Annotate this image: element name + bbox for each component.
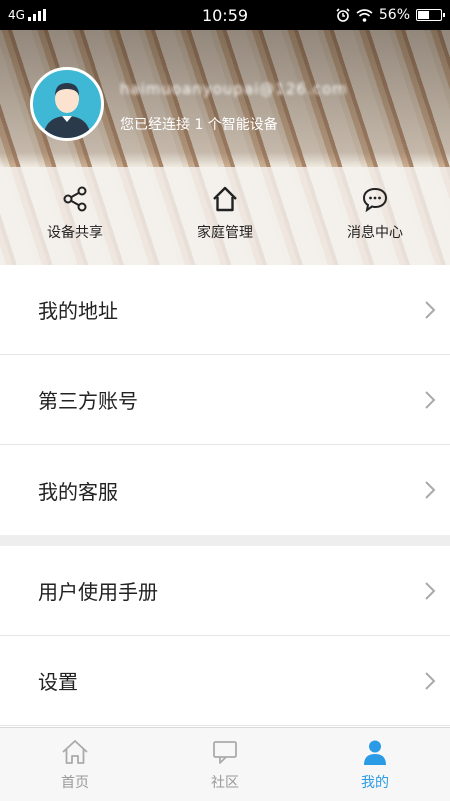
menu-item-third-party[interactable]: 第三方账号 xyxy=(0,355,450,445)
menu-item-manual-label: 用户使用手册 xyxy=(38,580,158,604)
status-time: 10:59 xyxy=(201,5,249,25)
bottom-nav: 首页 社区 我的 xyxy=(0,727,450,801)
menu-item-address-label: 我的地址 xyxy=(38,299,118,323)
person-avatar-icon xyxy=(43,83,91,138)
nav-home[interactable]: 首页 xyxy=(0,728,150,801)
battery-icon xyxy=(416,9,445,21)
nav-home-label: 首页 xyxy=(61,775,89,791)
message-center-label: 消息中心 xyxy=(347,225,403,241)
family-management-button[interactable]: 家庭管理 xyxy=(165,185,285,242)
signal-icon xyxy=(27,9,46,21)
menu-item-settings-label: 设置 xyxy=(38,670,78,694)
status-bar: 4G 10:59 56% xyxy=(0,0,450,30)
chevron-right-icon xyxy=(410,300,450,320)
menu-item-settings[interactable]: 设置 xyxy=(0,636,450,726)
chevron-right-icon xyxy=(410,390,450,410)
chat-icon xyxy=(213,741,237,764)
wifi-icon xyxy=(356,8,373,22)
group-divider xyxy=(0,535,450,546)
status-right: 56% xyxy=(302,7,445,23)
menu-item-service-label: 我的客服 xyxy=(38,479,118,504)
family-management-label: 家庭管理 xyxy=(197,225,253,241)
menu-item-third-party-label: 第三方账号 xyxy=(38,389,138,413)
username: haimuoanyoupai@126.com xyxy=(120,80,348,98)
message-icon xyxy=(362,187,388,213)
nav-mine-label: 我的 xyxy=(361,775,389,791)
avatar[interactable] xyxy=(30,67,104,141)
connected-devices-text: 您已经连接 1 个智能设备 xyxy=(120,117,278,133)
home-icon xyxy=(213,186,237,212)
nav-community-label: 社区 xyxy=(211,775,239,791)
device-share-button[interactable]: 设备共享 xyxy=(15,185,135,242)
device-share-label: 设备共享 xyxy=(47,225,103,241)
chevron-right-icon xyxy=(410,581,450,601)
nav-mine[interactable]: 我的 xyxy=(300,728,450,801)
status-left: 4G xyxy=(8,8,148,22)
share-icon xyxy=(63,186,87,212)
nav-community[interactable]: 社区 xyxy=(150,728,300,801)
message-center-button[interactable]: 消息中心 xyxy=(315,185,435,242)
person-icon xyxy=(364,740,386,765)
menu-item-service[interactable]: 我的客服 xyxy=(0,445,450,535)
menu-item-address[interactable]: 我的地址 xyxy=(0,265,450,355)
home-icon xyxy=(62,740,88,764)
network-type: 4G xyxy=(8,8,25,22)
chevron-right-icon xyxy=(410,671,450,691)
alarm-icon xyxy=(336,8,350,22)
chevron-right-icon xyxy=(410,480,450,500)
battery-percent: 56% xyxy=(378,7,410,23)
profile-header: haimuoanyoupai@126.com 您已经连接 1 个智能设备 设备共… xyxy=(0,30,450,265)
quick-actions: 设备共享 家庭管理 消息中心 xyxy=(0,185,450,242)
menu-item-manual[interactable]: 用户使用手册 xyxy=(0,546,450,636)
